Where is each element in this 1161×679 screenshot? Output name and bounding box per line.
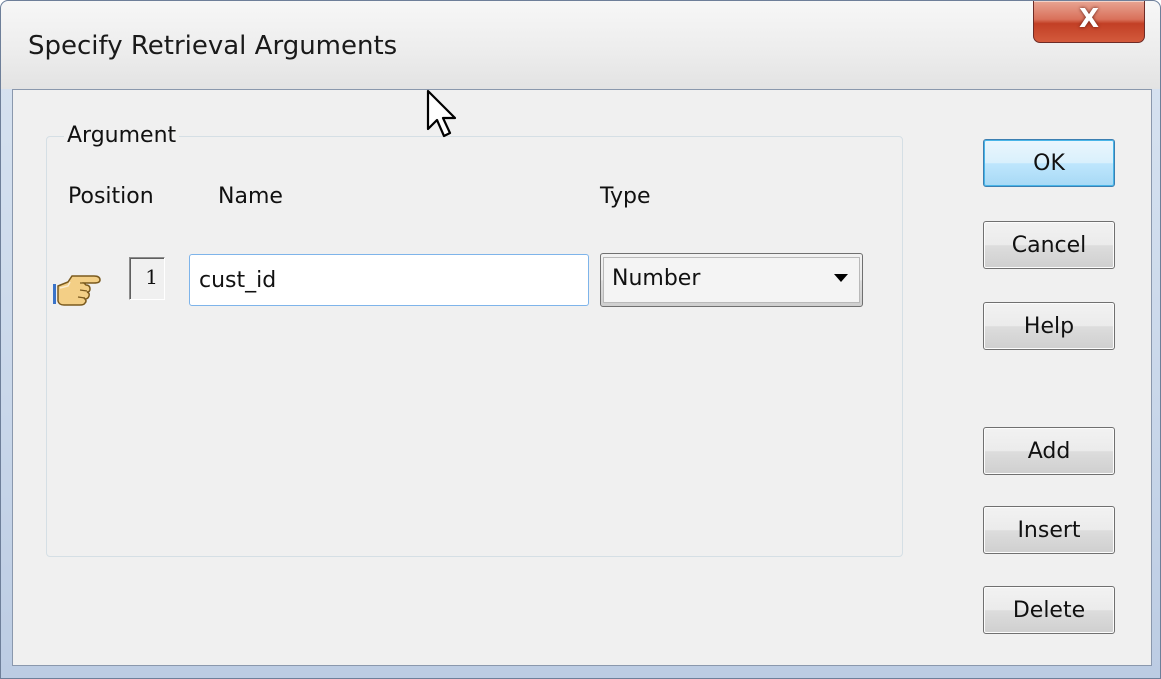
- pointing-hand-icon: [53, 275, 101, 306]
- insert-button[interactable]: Insert: [983, 506, 1115, 554]
- cancel-button[interactable]: Cancel: [983, 221, 1115, 269]
- chevron-down-icon[interactable]: [834, 274, 848, 282]
- ok-button[interactable]: OK: [983, 139, 1115, 187]
- mouse-cursor-icon: [426, 89, 457, 138]
- argument-position-1: 1: [129, 257, 165, 300]
- name-column-header: Name: [218, 184, 283, 209]
- delete-button[interactable]: Delete: [983, 586, 1115, 634]
- retrieval-arguments-dialog: Specify Retrieval Arguments X Argument P…: [0, 0, 1161, 679]
- argument-name-input[interactable]: [189, 254, 589, 306]
- argument-type-dropdown[interactable]: Number: [600, 253, 863, 307]
- title-bar[interactable]: Specify Retrieval Arguments X: [1, 1, 1160, 89]
- argument-groupbox: [46, 136, 903, 557]
- type-column-header: Type: [600, 184, 651, 209]
- close-icon: X: [1078, 3, 1100, 34]
- help-button[interactable]: Help: [983, 302, 1115, 350]
- argument-type-value: Number: [612, 266, 701, 291]
- dialog-title: Specify Retrieval Arguments: [28, 31, 398, 61]
- close-button[interactable]: X: [1033, 1, 1145, 43]
- position-column-header: Position: [68, 184, 154, 209]
- argument-group-label: Argument: [64, 123, 180, 148]
- dialog-body: Argument Position Name Type 1 Number OK …: [12, 89, 1152, 666]
- add-button[interactable]: Add: [983, 427, 1115, 475]
